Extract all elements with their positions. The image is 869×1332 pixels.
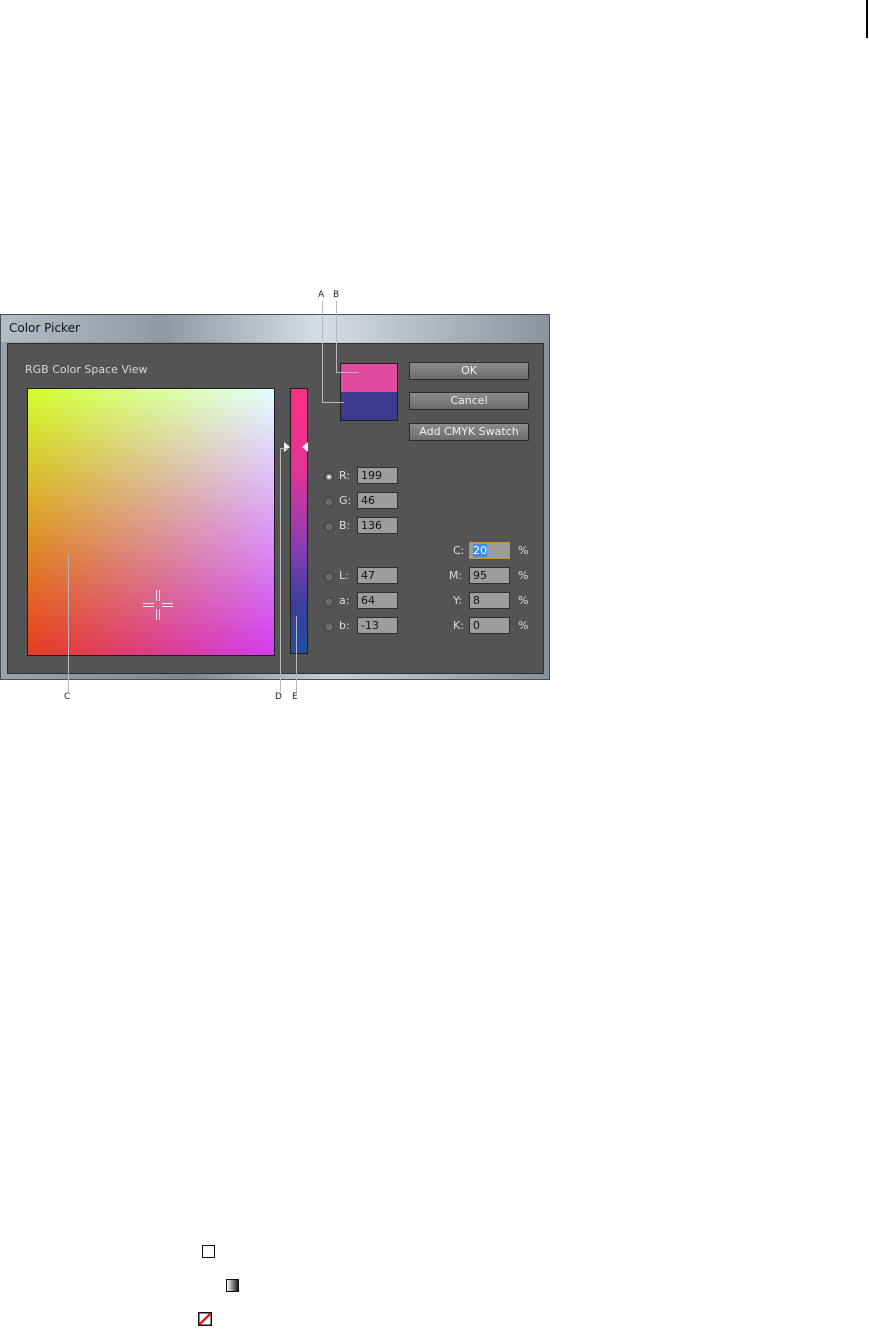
- ok-button[interactable]: OK: [409, 362, 529, 380]
- a-field[interactable]: 64: [357, 592, 398, 609]
- callout-a: A: [318, 290, 325, 300]
- callout-c-line: [68, 555, 69, 692]
- callout-c: C: [64, 692, 71, 702]
- radio-b[interactable]: [324, 522, 334, 532]
- callout-d-line-horizontal: [280, 448, 288, 449]
- radio-a[interactable]: [324, 597, 334, 607]
- callout-b: B: [333, 290, 340, 300]
- c-label: C:: [453, 544, 465, 557]
- y-field[interactable]: 8: [469, 592, 510, 609]
- dialog-client-area: RGB Color Space View OK Cancel Add CMYK …: [7, 343, 544, 674]
- c-field-value: 20: [473, 544, 487, 557]
- callout-e-line: [296, 616, 297, 692]
- b-field[interactable]: 136: [357, 517, 398, 534]
- color-picker-dialog: Color Picker RGB Color Space View OK Can…: [0, 314, 550, 680]
- window-title: Color Picker: [9, 321, 80, 335]
- g-field[interactable]: 46: [357, 492, 398, 509]
- callout-d-line-vertical: [280, 448, 281, 692]
- color-slider[interactable]: [290, 388, 308, 654]
- callout-a-line-vertical: [322, 301, 323, 403]
- k-field[interactable]: 0: [469, 617, 510, 634]
- slider-left-triangle-icon[interactable]: [284, 442, 290, 452]
- lab-b-field[interactable]: -13: [357, 617, 398, 634]
- m-unit: %: [518, 569, 529, 582]
- c-field[interactable]: 20: [469, 542, 510, 559]
- r-label: R:: [339, 469, 351, 482]
- original-color-swatch: [341, 392, 397, 420]
- callout-e: E: [292, 692, 298, 702]
- add-cmyk-swatch-button[interactable]: Add CMYK Swatch: [409, 423, 529, 441]
- b-label: B:: [339, 519, 351, 532]
- k-label: K:: [453, 619, 464, 632]
- color-field[interactable]: [27, 388, 275, 656]
- radio-r[interactable]: [324, 472, 334, 482]
- page-edge-rule: [866, 0, 868, 38]
- radio-l[interactable]: [324, 572, 334, 582]
- title-bar[interactable]: Color Picker: [1, 315, 549, 342]
- stroke-square-icon: [202, 1245, 215, 1258]
- slider-right-triangle-icon[interactable]: [302, 442, 308, 452]
- c-unit: %: [518, 544, 529, 557]
- callout-a-line-horizontal: [322, 402, 344, 403]
- lab-b-label: b:: [339, 619, 350, 632]
- m-field[interactable]: 95: [469, 567, 510, 584]
- k-unit: %: [518, 619, 529, 632]
- y-label: Y:: [453, 594, 462, 607]
- r-field[interactable]: 199: [357, 467, 398, 484]
- none-swatch-icon: [198, 1312, 212, 1326]
- radio-lab-b[interactable]: [324, 622, 334, 632]
- color-field-overlay: [28, 389, 274, 655]
- new-color-swatch: [341, 364, 397, 392]
- gradient-square-icon: [226, 1279, 239, 1292]
- color-space-view-label: RGB Color Space View: [25, 363, 148, 376]
- m-label: M:: [449, 569, 463, 582]
- g-label: G:: [339, 494, 352, 507]
- callout-b-line-vertical: [336, 301, 337, 373]
- y-unit: %: [518, 594, 529, 607]
- l-field[interactable]: 47: [357, 567, 398, 584]
- l-label: L:: [339, 569, 349, 582]
- callout-d: D: [275, 692, 282, 702]
- a-label: a:: [339, 594, 350, 607]
- callout-b-line-horizontal: [336, 372, 358, 373]
- cancel-button[interactable]: Cancel: [409, 392, 529, 410]
- radio-g[interactable]: [324, 497, 334, 507]
